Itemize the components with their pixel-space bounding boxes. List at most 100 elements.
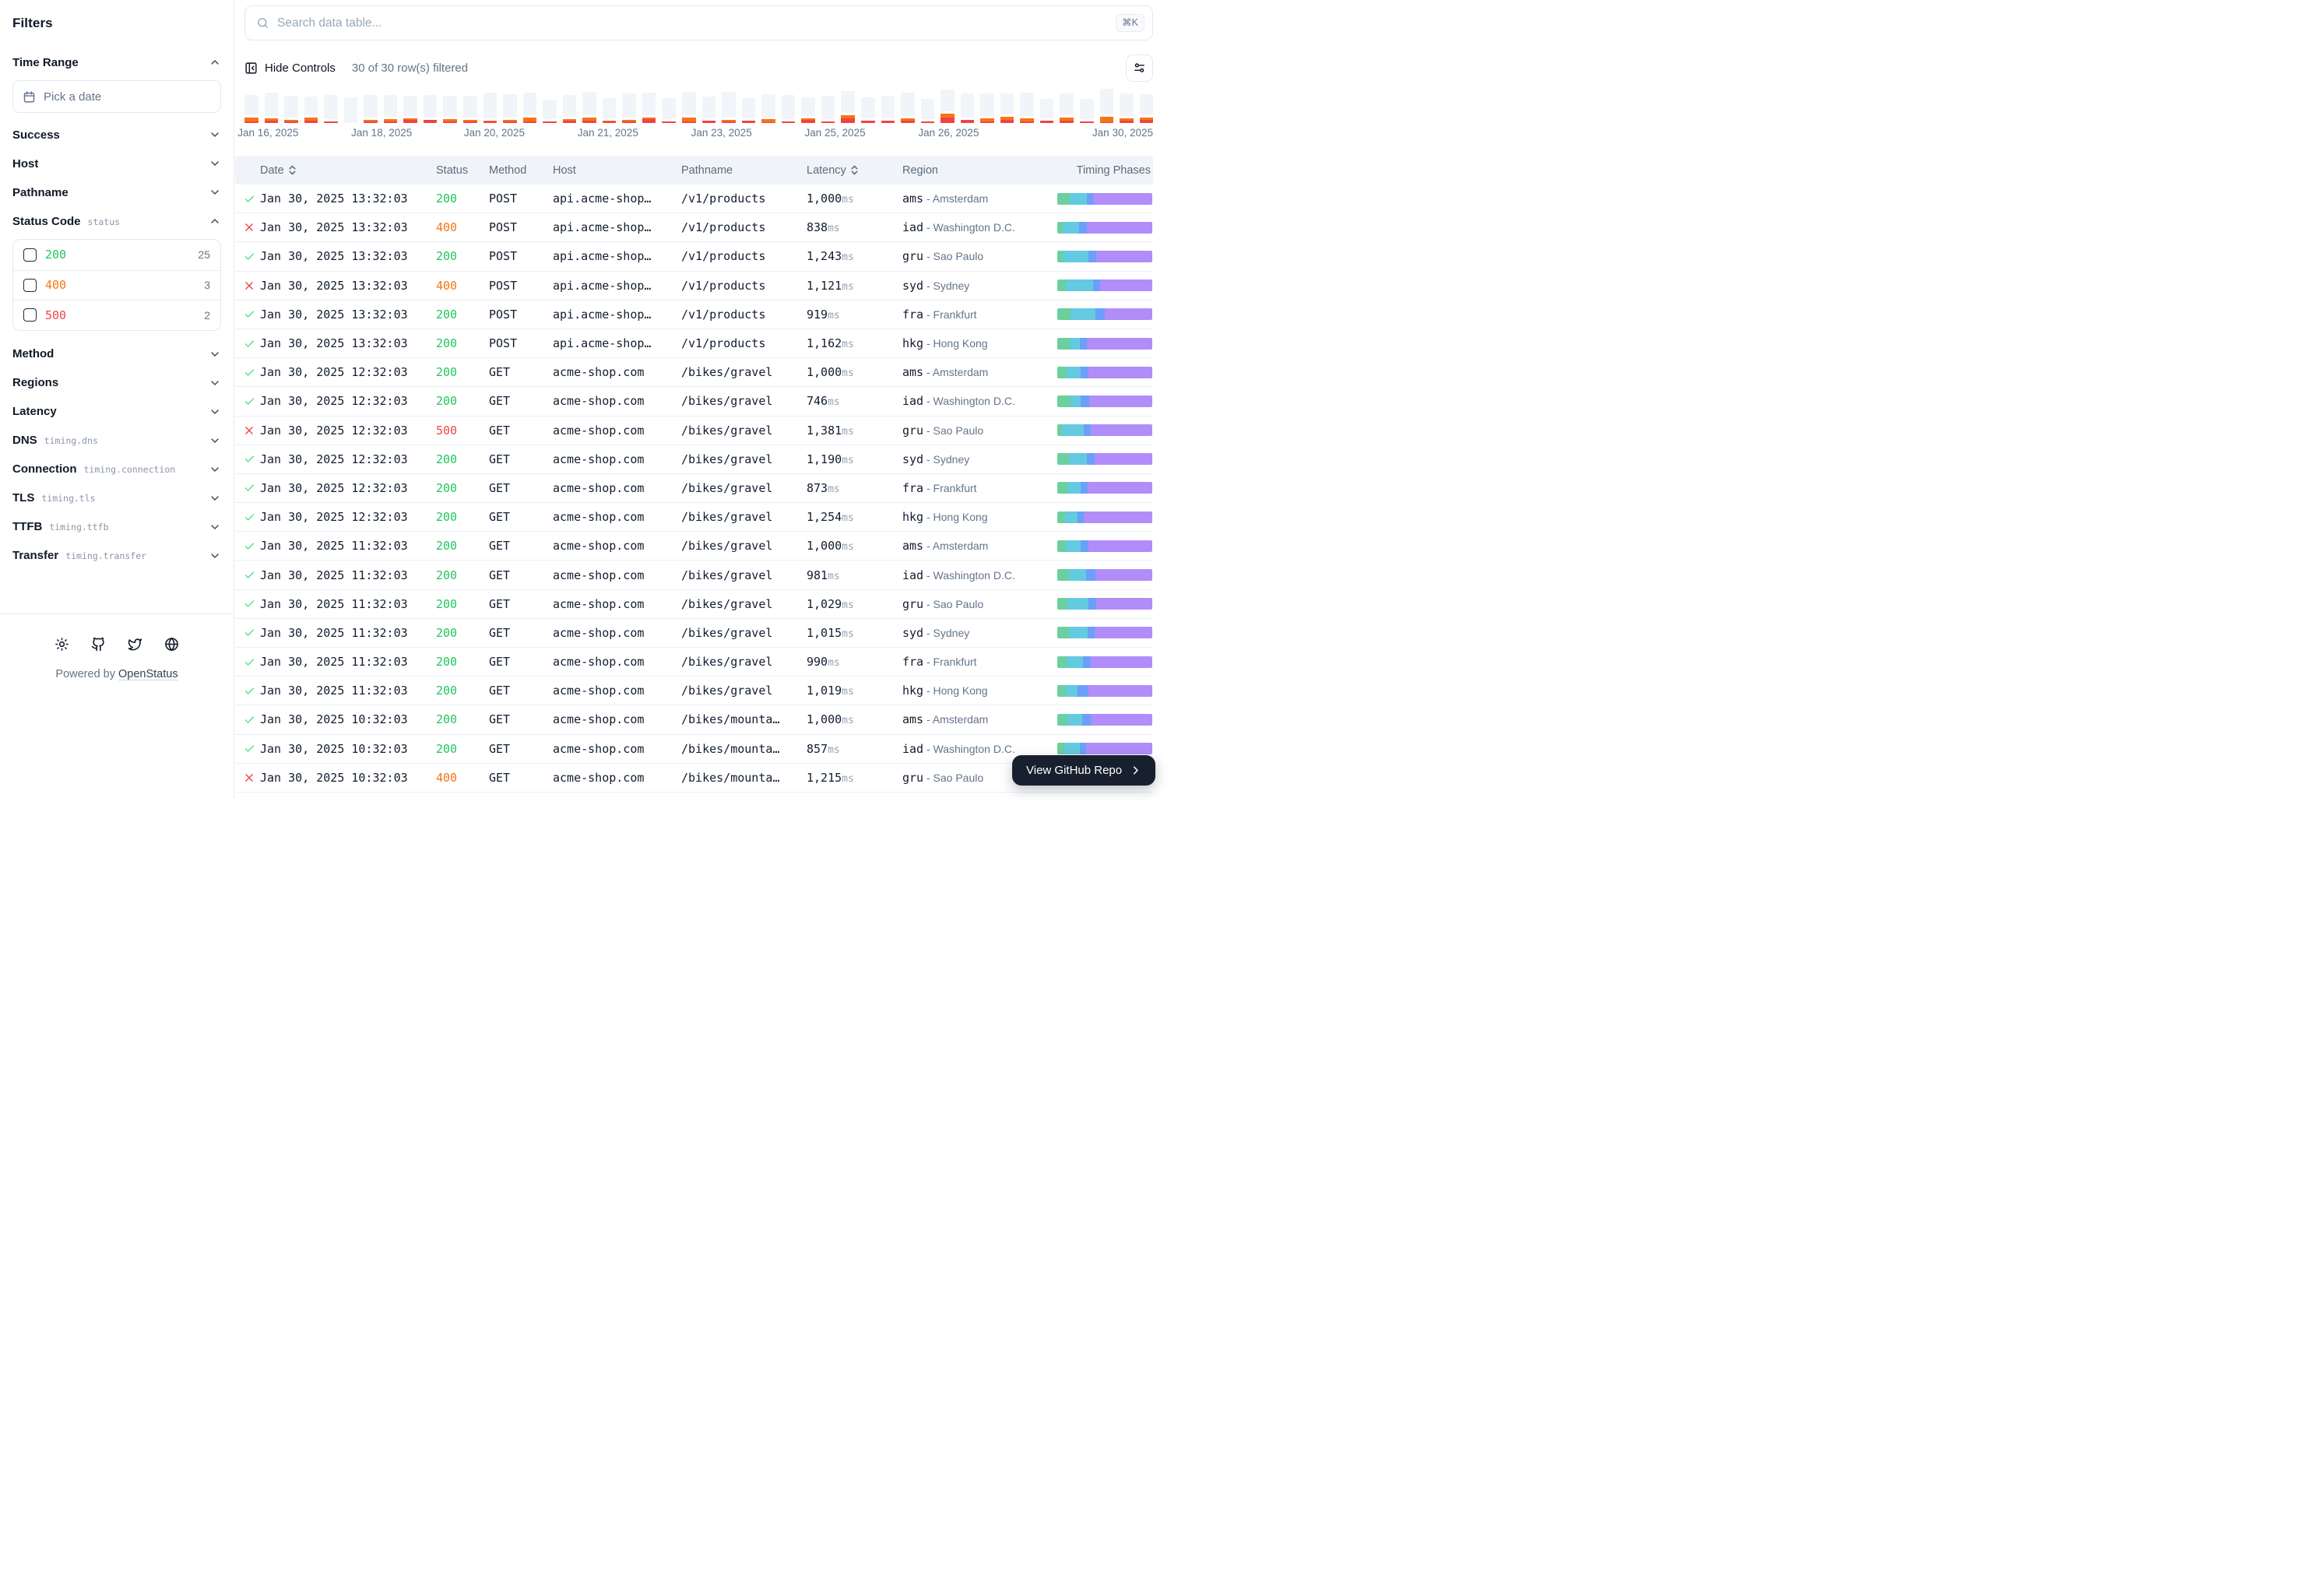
table-row[interactable]: Jan 30, 2025 10:32:03200GETacme-shop.com… bbox=[235, 705, 1153, 734]
sidebar-section-dns[interactable]: DNStiming.dns bbox=[12, 430, 221, 452]
histogram-bar[interactable] bbox=[821, 96, 835, 123]
table-row[interactable]: Jan 30, 2025 12:32:03200GETacme-shop.com… bbox=[235, 387, 1153, 416]
table-row[interactable]: Jan 30, 2025 13:32:03200POSTapi.acme-sho… bbox=[235, 301, 1153, 329]
histogram-bar[interactable] bbox=[861, 97, 875, 123]
histogram-bar[interactable] bbox=[1040, 99, 1054, 123]
histogram-bar[interactable] bbox=[1120, 93, 1134, 123]
histogram-bar[interactable] bbox=[364, 95, 378, 123]
table-row[interactable]: Jan 30, 2025 12:32:03500GETacme-shop.com… bbox=[235, 417, 1153, 445]
histogram-bar[interactable] bbox=[563, 95, 577, 123]
search-input[interactable] bbox=[277, 16, 1108, 30]
header-host[interactable]: Host bbox=[553, 164, 681, 177]
checkbox[interactable] bbox=[23, 248, 37, 262]
status-option-400[interactable]: 400 3 bbox=[13, 270, 220, 301]
table-row[interactable]: Jan 30, 2025 12:32:03200GETacme-shop.com… bbox=[235, 474, 1153, 503]
view-github-repo-button[interactable]: View GitHub Repo bbox=[1012, 755, 1155, 786]
sidebar-section-ttfb[interactable]: TTFBtiming.ttfb bbox=[12, 516, 221, 538]
header-pathname[interactable]: Pathname bbox=[681, 164, 807, 177]
table-row[interactable]: Jan 30, 2025 11:32:03200GETacme-shop.com… bbox=[235, 619, 1153, 648]
histogram-bar[interactable] bbox=[344, 97, 358, 123]
status-option-500[interactable]: 500 2 bbox=[13, 300, 220, 330]
header-region[interactable]: Region bbox=[902, 164, 1057, 177]
histogram-bar[interactable] bbox=[761, 94, 775, 123]
histogram-bar[interactable] bbox=[921, 99, 935, 123]
table-row[interactable]: Jan 30, 2025 11:32:03200GETacme-shop.com… bbox=[235, 590, 1153, 619]
histogram-bar[interactable] bbox=[742, 98, 756, 123]
table-row[interactable]: Jan 30, 2025 13:32:03200POSTapi.acme-sho… bbox=[235, 329, 1153, 358]
header-method[interactable]: Method bbox=[489, 164, 553, 177]
histogram-bar[interactable] bbox=[1100, 89, 1114, 123]
sidebar-section-method[interactable]: Method bbox=[12, 343, 221, 365]
histogram-bar[interactable] bbox=[384, 95, 398, 123]
table-row[interactable]: Jan 30, 2025 12:32:03200GETacme-shop.com… bbox=[235, 358, 1153, 387]
histogram-bar[interactable] bbox=[682, 92, 696, 123]
histogram-bar[interactable] bbox=[523, 93, 537, 123]
histogram-bar[interactable] bbox=[622, 93, 636, 123]
table-row[interactable]: Jan 30, 2025 12:32:03200GETacme-shop.com… bbox=[235, 445, 1153, 474]
histogram-bar[interactable] bbox=[443, 96, 457, 123]
sidebar-section-host[interactable]: Host bbox=[12, 153, 221, 174]
histogram-bar[interactable] bbox=[642, 93, 656, 123]
histogram-bar[interactable] bbox=[1020, 93, 1034, 123]
sidebar-section-latency[interactable]: Latency bbox=[12, 401, 221, 423]
sidebar-section-time-range[interactable]: Time Range bbox=[12, 51, 221, 73]
table-row[interactable]: Jan 30, 2025 13:32:03400POSTapi.acme-sho… bbox=[235, 272, 1153, 301]
table-row[interactable]: Jan 30, 2025 11:32:03200GETacme-shop.com… bbox=[235, 648, 1153, 677]
histogram-bar[interactable] bbox=[782, 95, 796, 123]
globe-icon[interactable] bbox=[164, 637, 179, 652]
openstatus-link[interactable]: OpenStatus bbox=[118, 668, 178, 680]
sidebar-section-transfer[interactable]: Transfertiming.transfer bbox=[12, 545, 221, 567]
table-row[interactable]: Jan 30, 2025 13:32:03200POSTapi.acme-sho… bbox=[235, 185, 1153, 213]
table-row[interactable]: Jan 30, 2025 13:32:03400POSTapi.acme-sho… bbox=[235, 213, 1153, 242]
table-row[interactable]: Jan 30, 2025 12:32:03200GETacme-shop.com… bbox=[235, 503, 1153, 532]
checkbox[interactable] bbox=[23, 308, 37, 322]
histogram-bar[interactable] bbox=[543, 100, 557, 123]
table-row[interactable]: Jan 30, 2025 13:32:03200POSTapi.acme-sho… bbox=[235, 242, 1153, 271]
histogram-bar[interactable] bbox=[881, 96, 895, 123]
histogram-bar[interactable] bbox=[722, 92, 736, 123]
histogram-bar[interactable] bbox=[980, 93, 994, 123]
histogram-bar[interactable] bbox=[244, 95, 258, 123]
sidebar-section-pathname[interactable]: Pathname bbox=[12, 181, 221, 203]
histogram-bar[interactable] bbox=[582, 92, 596, 123]
header-timing-phases[interactable]: Timing Phases bbox=[1057, 164, 1152, 177]
date-picker-button[interactable]: Pick a date bbox=[12, 80, 221, 113]
checkbox[interactable] bbox=[23, 279, 37, 292]
histogram-bar[interactable] bbox=[662, 98, 676, 123]
histogram-bar[interactable] bbox=[304, 97, 318, 123]
header-status[interactable]: Status bbox=[436, 164, 489, 177]
table-row[interactable]: Jan 30, 2025 11:32:03200GETacme-shop.com… bbox=[235, 677, 1153, 705]
histogram-bar[interactable] bbox=[901, 93, 915, 123]
histogram-bar[interactable] bbox=[403, 96, 417, 123]
header-latency[interactable]: Latency bbox=[807, 164, 902, 177]
table-row[interactable]: Jan 30, 2025 11:32:03200GETacme-shop.com… bbox=[235, 532, 1153, 561]
twitter-icon[interactable] bbox=[128, 637, 142, 652]
histogram-bar[interactable] bbox=[424, 95, 438, 123]
histogram-bar[interactable] bbox=[1080, 99, 1094, 123]
histogram-bar[interactable] bbox=[961, 93, 975, 123]
histogram-bar[interactable] bbox=[1060, 93, 1074, 123]
histogram-bar[interactable] bbox=[1000, 93, 1014, 123]
histogram-bar[interactable] bbox=[603, 98, 617, 123]
histogram-bar[interactable] bbox=[1140, 94, 1154, 123]
view-options-button[interactable] bbox=[1126, 54, 1153, 82]
sun-icon[interactable] bbox=[54, 637, 69, 652]
github-icon[interactable] bbox=[91, 637, 106, 652]
histogram-bar[interactable] bbox=[503, 94, 517, 123]
sidebar-section-connection[interactable]: Connectiontiming.connection bbox=[12, 459, 221, 480]
sidebar-section-regions[interactable]: Regions bbox=[12, 372, 221, 394]
sidebar-section-tls[interactable]: TLStiming.tls bbox=[12, 487, 221, 509]
histogram-bar[interactable] bbox=[841, 91, 855, 123]
histogram-bar[interactable] bbox=[483, 93, 498, 123]
histogram-bar[interactable] bbox=[801, 97, 815, 123]
histogram-bar[interactable] bbox=[941, 90, 955, 123]
header-date[interactable]: Date bbox=[260, 164, 436, 177]
sidebar-section-success[interactable]: Success bbox=[12, 124, 221, 146]
histogram-bar[interactable] bbox=[284, 96, 298, 123]
status-option-200[interactable]: 200 25 bbox=[13, 240, 220, 270]
table-row[interactable]: Jan 30, 2025 11:32:03200GETacme-shop.com… bbox=[235, 561, 1153, 589]
hide-controls-button[interactable]: Hide Controls bbox=[244, 62, 336, 75]
histogram-bar[interactable] bbox=[702, 97, 716, 123]
histogram-bar[interactable] bbox=[463, 96, 477, 123]
sidebar-section-status-code[interactable]: Status Codestatus bbox=[12, 210, 221, 232]
